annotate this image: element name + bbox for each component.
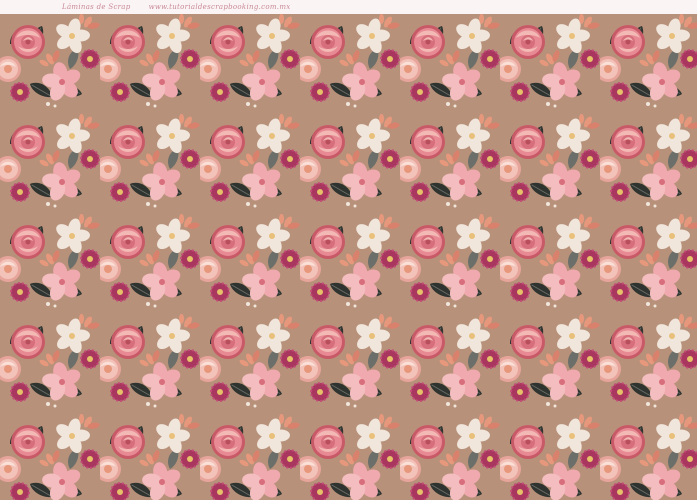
floral-pattern bbox=[0, 14, 697, 500]
floral-pattern-svg bbox=[0, 14, 697, 500]
header-right-text: www.tutorialdescrapbooking.com.mx bbox=[148, 3, 291, 11]
header-strip: Láminas de Scrap www.tutorialdescrapbook… bbox=[0, 0, 697, 14]
scrapbook-paper: Láminas de Scrap www.tutorialdescrapbook… bbox=[0, 0, 697, 500]
floral-fill bbox=[0, 14, 697, 500]
header-left-text: Láminas de Scrap bbox=[62, 3, 131, 11]
